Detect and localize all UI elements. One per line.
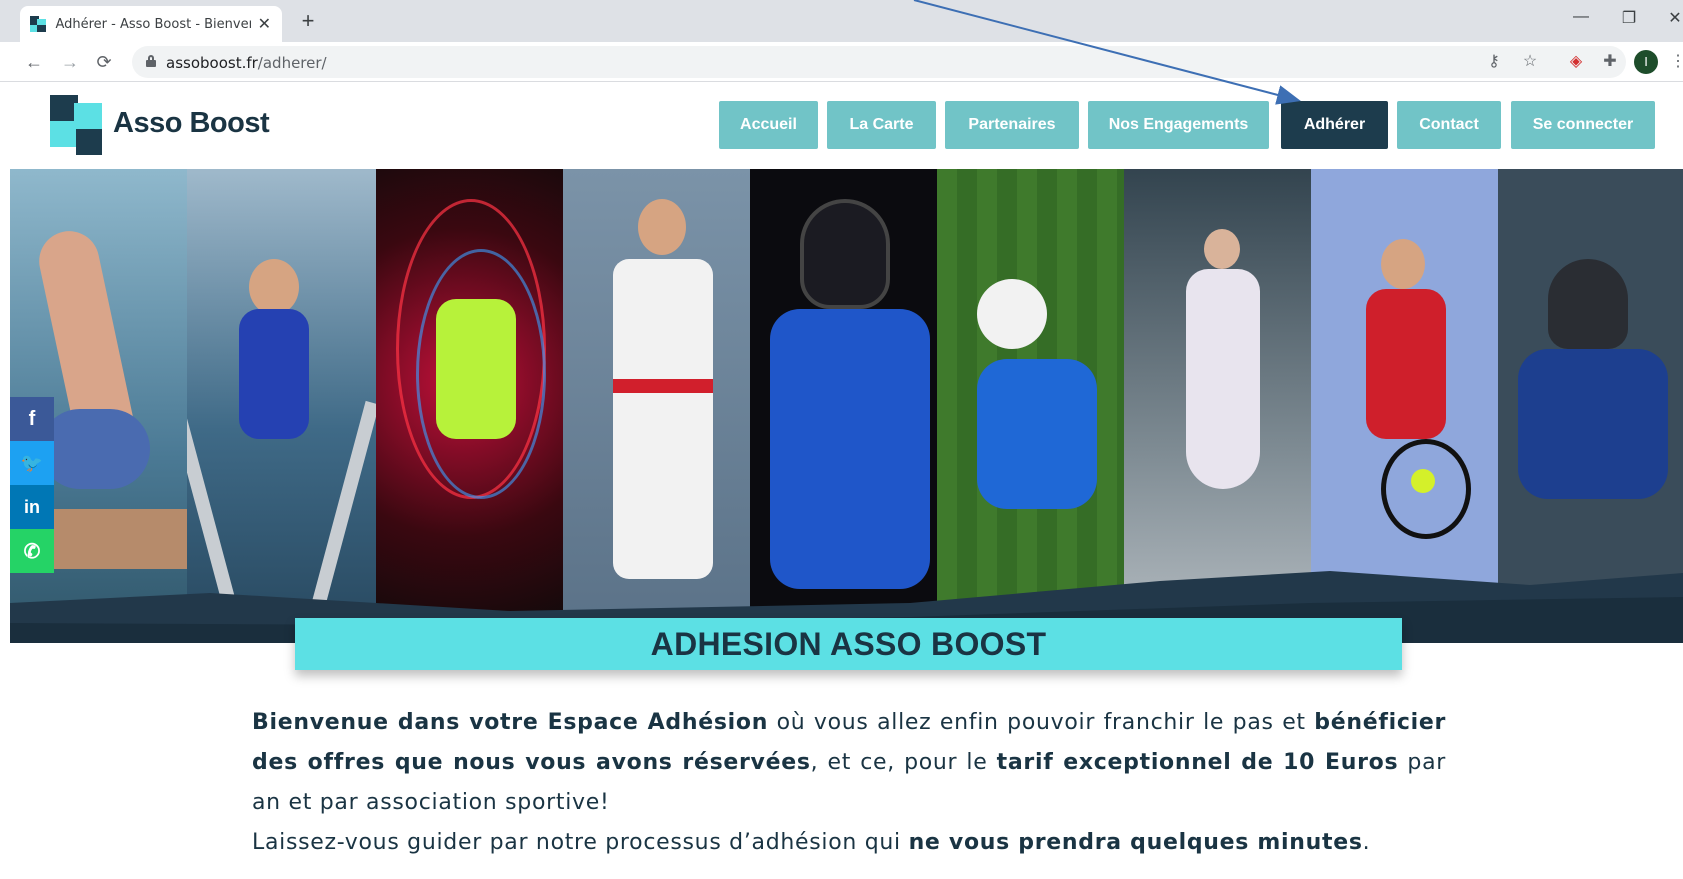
- facebook-share-icon[interactable]: f: [10, 397, 54, 441]
- nav-adherer[interactable]: Adhérer: [1281, 101, 1388, 149]
- pocket-icon[interactable]: ◈: [1564, 50, 1588, 74]
- banner-title: ADHESION ASSO BOOST: [650, 625, 1047, 662]
- asso-boost-logo-icon[interactable]: [50, 95, 106, 157]
- nav-partenaires[interactable]: Partenaires: [945, 101, 1079, 149]
- browser-toolbar: ← → ⟳ assoboost.fr/adherer/ ⚷ ☆ ◈ ✚ ⋮: [0, 42, 1683, 82]
- star-icon[interactable]: ☆: [1518, 50, 1542, 74]
- intro-line-1: Bienvenue dans votre Espace Adhésion où …: [252, 710, 1446, 815]
- forward-arrow-icon[interactable]: →: [58, 50, 82, 74]
- twitter-share-icon[interactable]: 🐦: [10, 441, 54, 485]
- url-text: assoboost.fr/adherer/: [166, 54, 327, 72]
- back-arrow-icon[interactable]: ←: [22, 50, 46, 74]
- nav-accueil[interactable]: Accueil: [719, 101, 818, 149]
- linkedin-share-icon[interactable]: in: [10, 485, 54, 529]
- restore-button[interactable]: ❐: [1614, 8, 1644, 28]
- close-window-button[interactable]: ✕: [1660, 8, 1683, 28]
- adhesion-banner: ADHESION ASSO BOOST: [295, 618, 1402, 670]
- puzzle-icon[interactable]: ✚: [1598, 50, 1622, 74]
- nav-nos-engagements[interactable]: Nos Engagements: [1088, 101, 1269, 149]
- intro-line-2: Laissez-vous guider par notre processus …: [252, 830, 1371, 855]
- kebab-menu-icon[interactable]: ⋮: [1666, 50, 1683, 74]
- lock-icon: [146, 55, 156, 67]
- profile-avatar[interactable]: I: [1634, 50, 1658, 74]
- hero-sports-collage: [10, 169, 1683, 643]
- nav-contact[interactable]: Contact: [1397, 101, 1501, 149]
- nav-la-carte[interactable]: La Carte: [827, 101, 936, 149]
- whatsapp-share-icon[interactable]: ✆: [10, 529, 54, 573]
- minimize-button[interactable]: —: [1566, 8, 1596, 26]
- tab-close-icon[interactable]: ✕: [257, 14, 272, 34]
- nav-se-connecter[interactable]: Se connecter: [1511, 101, 1655, 149]
- browser-tab-strip: Adhérer - Asso Boost - Bienvenue ✕ + — ❐…: [0, 0, 1683, 42]
- site-favicon-icon: [30, 16, 46, 32]
- reload-icon[interactable]: ⟳: [92, 50, 116, 74]
- site-logo-text[interactable]: Asso Boost: [113, 107, 270, 140]
- key-icon[interactable]: ⚷: [1482, 50, 1506, 74]
- intro-paragraph: Bienvenue dans votre Espace Adhésion où …: [252, 703, 1446, 863]
- tab-title: Adhérer - Asso Boost - Bienvenue: [55, 16, 250, 32]
- address-bar[interactable]: assoboost.fr/adherer/ ⚷ ☆: [132, 46, 1626, 78]
- new-tab-button[interactable]: +: [296, 10, 320, 34]
- browser-tab-active[interactable]: Adhérer - Asso Boost - Bienvenue ✕: [20, 6, 282, 42]
- website-viewport: Asso Boost Accueil La Carte Partenaires …: [10, 83, 1683, 879]
